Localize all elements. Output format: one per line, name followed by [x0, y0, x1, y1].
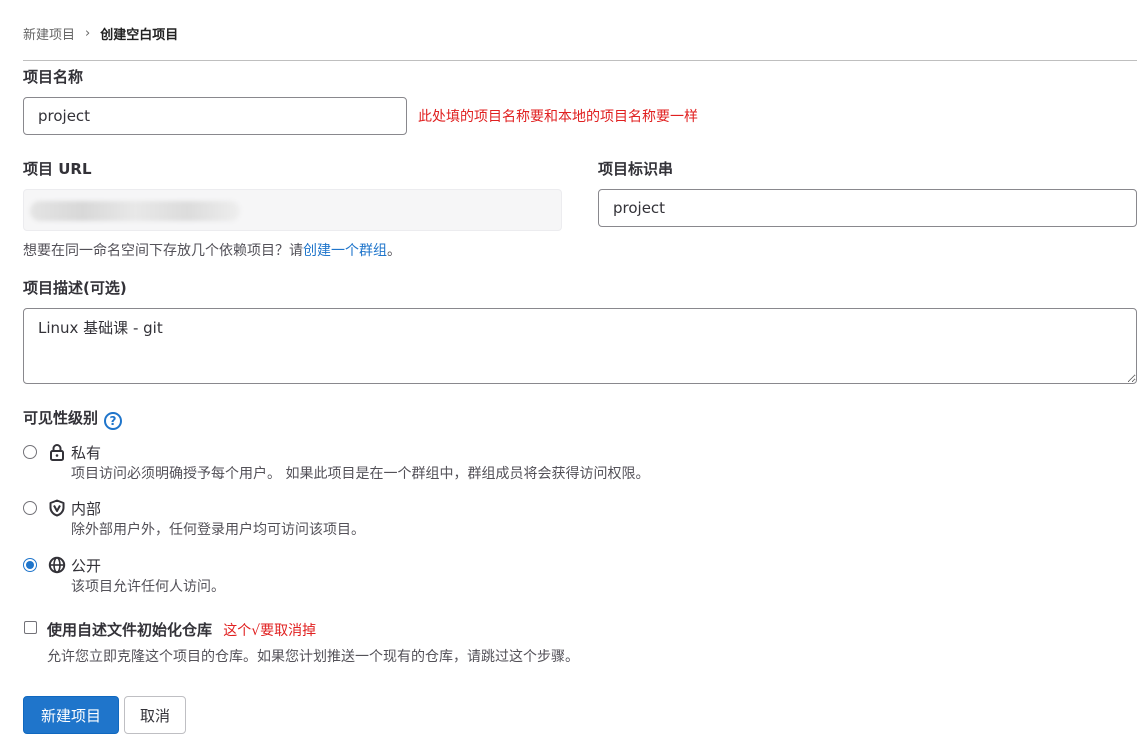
- init-readme-checkbox[interactable]: [24, 621, 37, 634]
- namespace-help-prefix: 想要在同一命名空间下存放几个依赖项目？请: [23, 243, 303, 259]
- namespace-help-suffix: 。: [387, 243, 401, 259]
- cancel-button[interactable]: 取消: [124, 696, 186, 734]
- globe-icon: [48, 556, 66, 574]
- visibility-label: 可见性级别?: [23, 407, 123, 430]
- shield-icon: [49, 499, 65, 517]
- visibility-public-title: 公开: [71, 557, 102, 575]
- question-circle-icon[interactable]: ?: [104, 412, 123, 430]
- breadcrumb-parent-link[interactable]: 新建项目: [23, 24, 75, 43]
- visibility-private-radio[interactable]: [23, 445, 37, 459]
- visibility-private-title: 私有: [71, 444, 102, 462]
- project-slug-label: 项目标识串: [598, 160, 674, 178]
- init-readme-desc: 允许您立即克隆这个项目的仓库。如果您计划推送一个现有的仓库，请跳过这个步骤。: [47, 649, 579, 665]
- header-divider: [23, 60, 1137, 61]
- breadcrumb: 新建项目 › 创建空白项目: [23, 24, 178, 43]
- description-textarea[interactable]: [23, 308, 1137, 384]
- new-project-page: 新建项目 › 创建空白项目 项目名称 此处填的项目名称要和本地的项目名称要一样 …: [0, 0, 1147, 750]
- project-url-label: 项目 URL: [23, 160, 92, 178]
- lock-icon: [50, 444, 64, 461]
- visibility-internal-title: 内部: [71, 500, 102, 518]
- breadcrumb-separator: ›: [85, 26, 91, 41]
- description-label: 项目描述(可选): [23, 279, 127, 297]
- project-slug-input[interactable]: [598, 189, 1137, 227]
- create-group-link[interactable]: 创建一个群组: [303, 243, 387, 259]
- project-name-annotation: 此处填的项目名称要和本地的项目名称要一样: [418, 109, 698, 125]
- visibility-public-radio[interactable]: [23, 558, 37, 572]
- visibility-public-desc: 该项目允许任何人访问。: [71, 579, 225, 595]
- visibility-label-text: 可见性级别: [23, 409, 99, 427]
- project-name-input[interactable]: [23, 97, 407, 135]
- visibility-internal-radio[interactable]: [23, 501, 37, 515]
- namespace-help-text: 想要在同一命名空间下存放几个依赖项目？请创建一个群组。: [23, 240, 401, 260]
- init-readme-annotation: 这个√要取消掉: [223, 623, 317, 639]
- project-name-label: 项目名称: [23, 68, 84, 86]
- visibility-private-desc: 项目访问必须明确授予每个用户。 如果此项目是在一个群组中，群组成员将会获得访问权…: [71, 466, 650, 482]
- project-url-blurred-value: [30, 201, 240, 221]
- create-project-button[interactable]: 新建项目: [23, 696, 119, 734]
- init-readme-label: 使用自述文件初始化仓库: [47, 621, 213, 639]
- breadcrumb-current: 创建空白项目: [100, 28, 179, 43]
- visibility-internal-desc: 除外部用户外，任何登录用户均可访问该项目。: [71, 522, 365, 538]
- init-readme-label-row[interactable]: 使用自述文件初始化仓库 这个√要取消掉: [47, 619, 316, 640]
